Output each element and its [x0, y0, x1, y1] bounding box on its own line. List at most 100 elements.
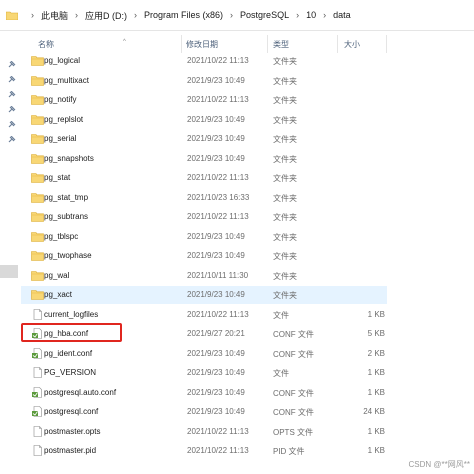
- chevron-right-icon: ›: [296, 10, 300, 20]
- file-icon: [31, 308, 44, 320]
- pin-icon[interactable]: [8, 61, 16, 69]
- file-type: 文件: [273, 310, 289, 320]
- watermark: CSDN @**网风**: [408, 460, 470, 469]
- file-row[interactable]: pg_snapshots 2021/9/23 10:49 文件夹: [21, 150, 387, 168]
- file-icon: [31, 425, 44, 437]
- breadcrumb-data[interactable]: data: [333, 10, 351, 20]
- file-row[interactable]: pg_ident.conf 2021/9/23 10:49 CONF 文件 2 KB: [21, 345, 387, 363]
- folder-icon: [31, 250, 44, 261]
- file-row[interactable]: pg_xact 2021/9/23 10:49 文件夹: [21, 286, 387, 304]
- file-size: 5 KB: [367, 329, 385, 338]
- pin-icon[interactable]: [8, 121, 16, 129]
- column-header-type[interactable]: 类型: [273, 39, 289, 50]
- file-row[interactable]: pg_subtrans 2021/10/22 11:13 文件夹: [21, 208, 387, 226]
- file-type: 文件夹: [273, 193, 297, 203]
- file-name: pg_stat: [44, 173, 71, 182]
- file-name: postmaster.opts: [44, 426, 101, 436]
- pin-icon[interactable]: [8, 91, 16, 99]
- file-date: 2021/9/23 10:49: [187, 153, 245, 163]
- breadcrumb: › 此电脑 › 应用D (D:) › Program Files (x86) ›…: [0, 0, 474, 31]
- file-row[interactable]: postgresql.auto.conf 2021/9/23 10:49 CONF …: [21, 384, 387, 402]
- file-row[interactable]: pg_replslot 2021/9/23 10:49 文件夹: [21, 111, 387, 129]
- file-name: pg_logical: [44, 56, 81, 65]
- file-name: pg_twophase: [44, 251, 92, 260]
- file-row[interactable]: pg_serial 2021/9/23 10:49 文件夹: [21, 130, 387, 148]
- folder-icon: [6, 11, 18, 20]
- file-name: pg_serial: [44, 134, 77, 143]
- file-size: 2 KB: [367, 348, 385, 358]
- file-row[interactable]: current_logfiles 2021/10/22 11:13 文件 1 KB: [21, 306, 387, 324]
- file-row[interactable]: pg_stat_tmp 2021/10/23 16:33 文件夹: [21, 189, 387, 207]
- file-date: 2021/10/22 11:13: [187, 309, 249, 319]
- file-row[interactable]: pg_notify 2021/10/22 11:13 文件夹: [21, 91, 387, 109]
- file-date: 2021/10/23 16:33: [187, 192, 250, 202]
- chevron-right-icon: ›: [134, 10, 138, 20]
- file-date: 2021/10/22 11:13: [187, 446, 249, 455]
- file-icon: [31, 367, 44, 378]
- pin-icon[interactable]: [8, 106, 16, 114]
- column-header-date[interactable]: 修改日期: [186, 39, 218, 50]
- file-type: CONF 文件: [273, 330, 314, 339]
- file-type: 文件夹: [273, 291, 297, 300]
- file-date: 2021/9/27 20:21: [187, 329, 245, 338]
- file-size: 1 KB: [367, 387, 385, 397]
- file-row[interactable]: pg_twophase 2021/9/23 10:49 文件夹: [21, 247, 387, 265]
- conf-file-icon: [31, 347, 44, 359]
- file-name: current_logfiles: [44, 309, 99, 319]
- breadcrumb-postgresql[interactable]: PostgreSQL: [240, 10, 289, 20]
- file-name: PG_VERSION: [44, 368, 97, 377]
- column-divider[interactable]: [386, 35, 387, 53]
- file-type: 文件夹: [273, 174, 297, 183]
- breadcrumb-program-files[interactable]: Program Files (x86): [144, 10, 223, 20]
- file-type: PID 文件: [273, 447, 305, 456]
- folder-icon: [31, 231, 44, 242]
- file-size: 1 KB: [367, 309, 385, 319]
- folder-icon: [31, 55, 44, 66]
- pin-icon[interactable]: [8, 76, 16, 84]
- file-type: OPTS 文件: [273, 427, 314, 437]
- file-row[interactable]: pg_wal 2021/10/11 11:30 文件夹: [21, 267, 387, 285]
- file-date: 2021/9/23 10:49: [187, 231, 245, 241]
- column-header-name[interactable]: 名称: [38, 39, 54, 50]
- column-divider[interactable]: [267, 35, 268, 53]
- file-name: pg_snapshots: [44, 153, 94, 163]
- file-row[interactable]: pg_stat 2021/10/22 11:13 文件夹: [21, 169, 387, 187]
- nav-scrollbar-thumb[interactable]: [0, 265, 18, 278]
- file-name: pg_notify: [44, 95, 77, 104]
- file-date: 2021/10/11 11:30: [187, 270, 249, 280]
- file-row[interactable]: postmaster.pid 2021/10/22 11:13 PID 文件 1 KB: [21, 442, 387, 460]
- file-type: 文件夹: [273, 232, 297, 242]
- file-size: 1 KB: [367, 368, 385, 377]
- file-row[interactable]: postmaster.opts 2021/10/22 11:13 OPTS 文件 1 …: [21, 423, 387, 441]
- chevron-right-icon: ›: [230, 10, 234, 20]
- folder-icon: [31, 211, 44, 222]
- file-row[interactable]: PG_VERSION 2021/9/23 10:49 文件 1 KB: [21, 364, 387, 382]
- file-type: 文件夹: [273, 271, 297, 281]
- file-name: pg_wal: [44, 270, 70, 280]
- file-row[interactable]: pg_multixact 2021/9/23 10:49 文件夹: [21, 72, 387, 90]
- folder-icon: [31, 94, 44, 105]
- folder-icon: [31, 133, 44, 144]
- pin-icon[interactable]: [8, 136, 16, 144]
- conf-file-icon: [31, 406, 44, 417]
- breadcrumb-version[interactable]: 10: [306, 10, 316, 20]
- file-type: CONF 文件: [273, 349, 314, 359]
- column-divider[interactable]: [337, 35, 338, 53]
- column-divider[interactable]: [181, 35, 182, 53]
- breadcrumb-this-pc[interactable]: 此电脑: [41, 9, 68, 22]
- file-row[interactable]: postgresql.conf 2021/9/23 10:49 CONF 文件 24 …: [21, 403, 387, 421]
- file-type: 文件夹: [273, 115, 297, 125]
- chevron-right-icon: ›: [323, 10, 327, 20]
- file-type: 文件夹: [273, 154, 297, 164]
- file-name: postgresql.auto.conf: [44, 387, 117, 397]
- file-row[interactable]: pg_tblspc 2021/9/23 10:49 文件夹: [21, 228, 387, 246]
- file-size: 24 KB: [363, 407, 385, 416]
- file-date: 2021/9/23 10:49: [187, 134, 245, 143]
- breadcrumb-drive-d[interactable]: 应用D (D:): [85, 9, 127, 22]
- folder-icon: [31, 192, 44, 203]
- column-header-size[interactable]: 大小: [344, 39, 360, 50]
- file-date: 2021/9/23 10:49: [187, 75, 245, 85]
- file-date: 2021/9/23 10:49: [187, 251, 245, 260]
- file-row[interactable]: pg_logical 2021/10/22 11:13 文件夹: [21, 52, 387, 70]
- file-date: 2021/10/22 11:13: [187, 56, 249, 65]
